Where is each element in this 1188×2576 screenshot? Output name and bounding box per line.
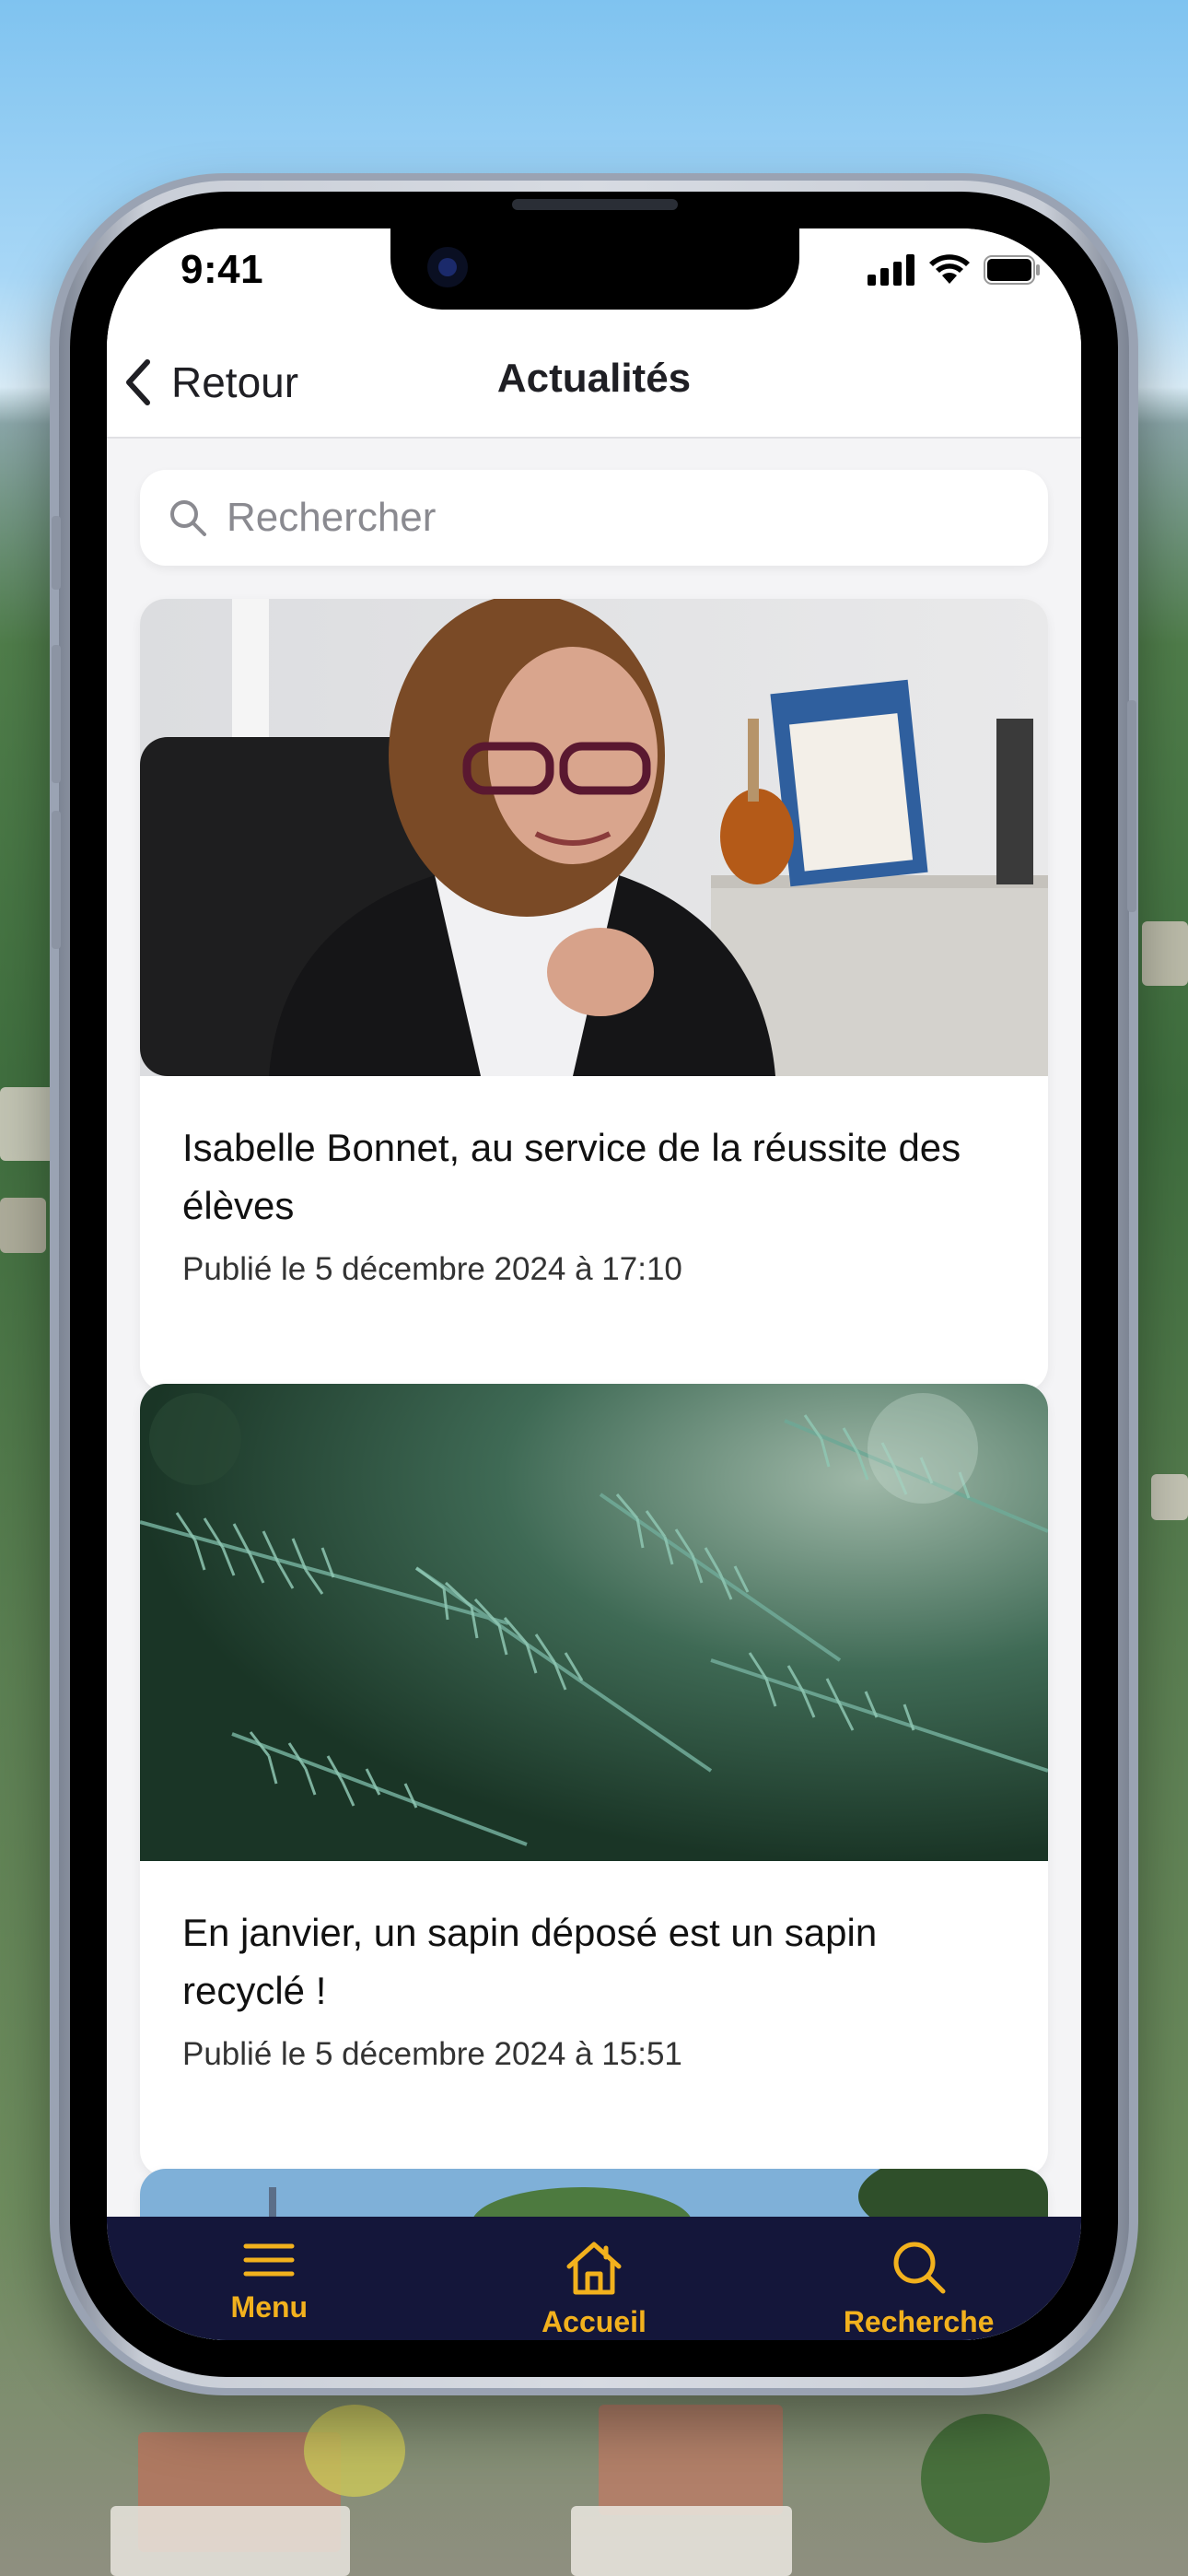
article-body: En janvier, un sapin déposé est un sapin… [140, 1861, 1048, 2176]
battery-icon [984, 255, 1040, 285]
article-image-fir [140, 1384, 1048, 1861]
page-title: Actualités [496, 356, 692, 401]
article-date: Publié le 5 décembre 2024 à 17:10 [182, 1251, 682, 1287]
dynamic-island [390, 228, 799, 310]
tab-label: Recherche [843, 2305, 995, 2338]
power-button [1127, 700, 1136, 912]
tab-bar: Menu Accueil Recherche [107, 2217, 1081, 2340]
article-card[interactable]: Isabelle Bonnet, au service de la réussi… [140, 599, 1048, 1391]
tab-home[interactable]: Accueil [456, 2217, 732, 2339]
article-title: Isabelle Bonnet, au service de la réussi… [182, 1126, 961, 1227]
article-title: En janvier, un sapin déposé est un sapin… [182, 1911, 878, 2012]
hamburger-icon [243, 2243, 295, 2277]
wifi-icon [929, 254, 970, 284]
search-icon [893, 2242, 946, 2294]
home-icon [566, 2242, 622, 2295]
article-image-portrait [140, 599, 1048, 1076]
search-bar[interactable] [140, 470, 1048, 566]
status-bar: 9:41 [107, 228, 1081, 330]
status-icons [868, 254, 1041, 286]
front-camera [427, 247, 468, 287]
fir-branch-photo [140, 1384, 1048, 1861]
volume-down-button [52, 811, 61, 949]
tab-label: Menu [230, 2290, 309, 2324]
tab-menu[interactable]: Menu [131, 2217, 407, 2324]
article-body: Isabelle Bonnet, au service de la réussi… [140, 1076, 1048, 1391]
cellular-signal-icon [868, 254, 914, 286]
portrait-photo [140, 599, 1048, 1076]
phone-screen: 9:41 Retour Actualités Rechercher Isabel… [107, 228, 1081, 2340]
search-input[interactable] [225, 494, 1020, 542]
volume-up-button [52, 645, 61, 783]
tab-search[interactable]: Recherche [781, 2217, 1057, 2339]
article-date: Publié le 5 décembre 2024 à 15:51 [182, 2036, 682, 2072]
mute-switch [52, 516, 61, 590]
navigation-bar: Retour Actualités [107, 330, 1081, 439]
tab-label: Accueil [542, 2305, 646, 2338]
article-card[interactable]: En janvier, un sapin déposé est un sapin… [140, 1384, 1048, 2176]
speaker-grille [512, 199, 678, 210]
search-icon [170, 500, 206, 536]
status-time: 9:41 [181, 247, 264, 292]
